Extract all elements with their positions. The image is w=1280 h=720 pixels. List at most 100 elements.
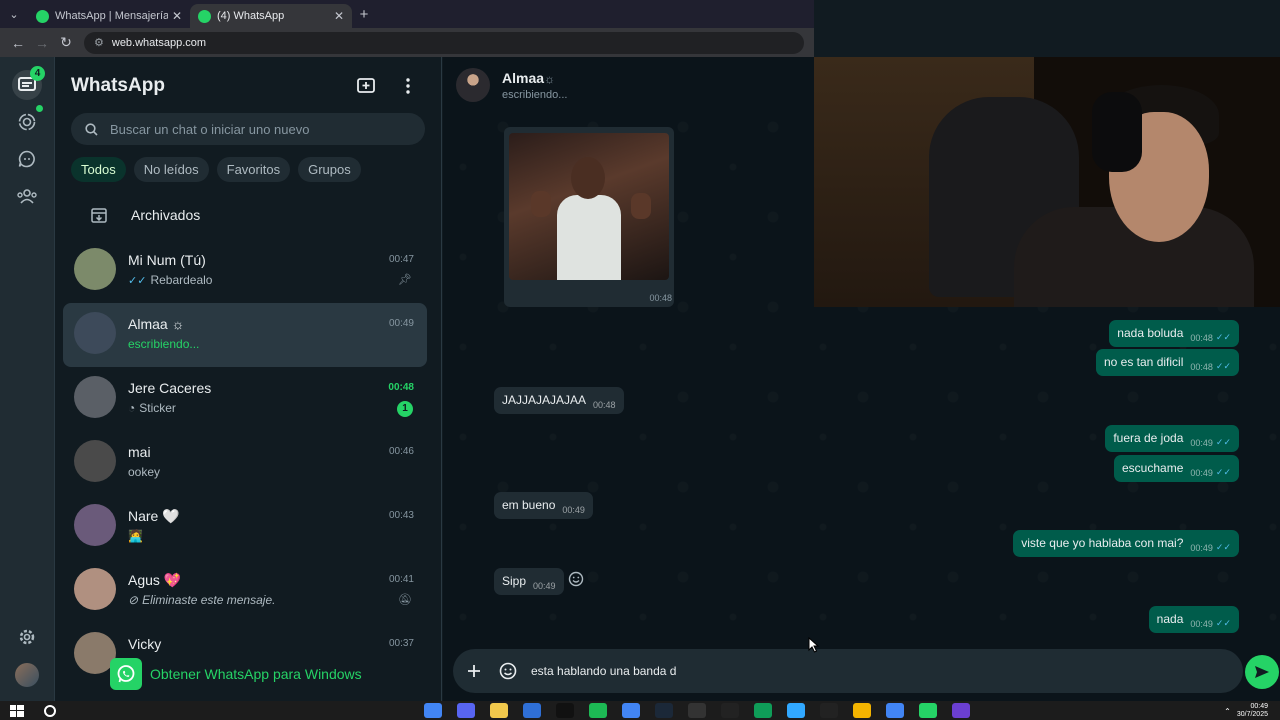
outgoing-message[interactable]: nada boluda 00:48 ✓✓: [1109, 320, 1239, 347]
message-text: em bueno: [502, 498, 556, 512]
taskbar-file-explorer-icon[interactable]: [490, 703, 508, 718]
taskbar-chrome-icon[interactable]: [424, 703, 442, 718]
taskbar-whatsapp-icon[interactable]: [919, 703, 937, 718]
chat-list-item[interactable]: Agus 💖 00:41 ⊘ Eliminaste este mensaje. 🔕…: [63, 559, 427, 623]
new-chat-icon: [357, 78, 375, 93]
sticker-icon: [499, 662, 517, 680]
browser-tab-1[interactable]: WhatsApp | Mensajería y llamadas gratuit…: [28, 4, 190, 28]
taskbar-app-icon[interactable]: [952, 703, 970, 718]
taskbar-steam-icon[interactable]: [655, 703, 673, 718]
incoming-message[interactable]: em bueno 00:49: [494, 492, 593, 519]
chat-list-item[interactable]: Nare 🤍 00:43 🧑‍💻: [63, 495, 427, 559]
chat-list-item[interactable]: Jere Caceres 00:48 ◔ Sticker 1: [63, 367, 427, 431]
chat-list-item[interactable]: Mi Num (Tú) 00:47 ✓✓ Rebardealo 📌︎: [63, 239, 427, 303]
taskbar-app-icon[interactable]: [853, 703, 871, 718]
get-windows-app-banner[interactable]: Obtener WhatsApp para Windows: [110, 654, 440, 694]
chat-time: 00:47: [388, 254, 414, 265]
attach-button[interactable]: [463, 664, 485, 678]
system-tray: ⌃ 00:49 30/7/2025: [1224, 703, 1268, 719]
unread-badge: 1: [397, 401, 413, 417]
tab-search-button[interactable]: ⌄: [0, 0, 28, 28]
filter-favoritos[interactable]: Favoritos: [216, 157, 291, 182]
send-button[interactable]: [1245, 655, 1279, 689]
chat-list: Mi Num (Tú) 00:47 ✓✓ Rebardealo 📌︎ Almaa …: [63, 239, 427, 687]
menu-button[interactable]: [397, 75, 419, 97]
chat-avatar[interactable]: [74, 440, 116, 482]
tray-arrow-icon[interactable]: ⌃: [1224, 707, 1231, 716]
filter-no-leidos[interactable]: No leídos: [133, 157, 209, 182]
site-info-icon[interactable]: ⚙: [94, 36, 104, 49]
taskbar-tiktok-icon[interactable]: [556, 703, 574, 718]
chat-avatar[interactable]: [74, 376, 116, 418]
taskbar-edge-icon[interactable]: [523, 703, 541, 718]
taskbar-capcut-icon[interactable]: [820, 703, 838, 718]
read-ticks-icon: ✓✓: [1215, 332, 1231, 342]
image-message[interactable]: 00:48: [504, 127, 674, 307]
taskbar-obs-icon[interactable]: [688, 703, 706, 718]
incoming-message[interactable]: JAJJAJAJAJAA 00:48: [494, 387, 624, 414]
chat-avatar[interactable]: [74, 312, 116, 354]
profile-avatar[interactable]: [15, 663, 39, 687]
outgoing-message[interactable]: no es tan dificil 00:48 ✓✓: [1095, 349, 1239, 376]
chat-avatar[interactable]: [74, 248, 116, 290]
filter-todos[interactable]: Todos: [71, 157, 126, 182]
settings-nav-button[interactable]: [12, 622, 42, 652]
taskbar-chrome-icon[interactable]: [622, 703, 640, 718]
chat-preview: escribiendo...: [128, 337, 200, 351]
browser-tab-2[interactable]: (4) WhatsApp ✕: [190, 4, 352, 28]
archived-row[interactable]: Archivados: [55, 198, 435, 232]
get-app-label: Obtener WhatsApp para Windows: [150, 666, 362, 682]
pin-icon: 📌︎: [398, 274, 412, 286]
taskbar-capcut-icon[interactable]: [721, 703, 739, 718]
windows-start-icon[interactable]: [10, 704, 24, 717]
url-field[interactable]: ⚙ web.whatsapp.com: [84, 31, 804, 54]
read-ticks-icon: ✓✓: [1215, 542, 1231, 552]
plus-icon: [468, 665, 480, 677]
taskbar-clock[interactable]: 00:49 30/7/2025: [1237, 703, 1268, 719]
outgoing-message[interactable]: nada 00:49 ✓✓: [1148, 606, 1239, 633]
chat-time: 00:37: [388, 638, 414, 649]
archived-label: Archivados: [131, 207, 201, 223]
muted-icon: 🔕︎: [398, 594, 412, 606]
chat-list-item[interactable]: mai 00:46 ookey: [63, 431, 427, 495]
contact-avatar[interactable]: [456, 68, 490, 102]
react-emoji-icon[interactable]: [568, 571, 586, 589]
contact-name: Almaa☼: [502, 70, 556, 86]
url-text: web.whatsapp.com: [111, 36, 207, 49]
status-nav-button[interactable]: [12, 107, 42, 137]
forward-button[interactable]: →: [30, 35, 54, 51]
chat-avatar[interactable]: [74, 568, 116, 610]
nav-rail: 4: [0, 57, 55, 701]
search-input[interactable]: [110, 121, 410, 137]
message-time: 00:49: [562, 505, 585, 515]
taskbar-spotify-icon[interactable]: [589, 703, 607, 718]
message-time: 00:49: [1190, 619, 1213, 629]
close-icon[interactable]: ✕: [172, 9, 182, 23]
search-icon[interactable]: [44, 704, 56, 717]
outgoing-message[interactable]: viste que yo hablaba con mai? 00:49 ✓✓: [1013, 530, 1239, 557]
back-button[interactable]: ←: [6, 35, 30, 51]
chat-list-item[interactable]: Almaa ☼ 00:49 escribiendo...: [63, 303, 427, 367]
taskbar-drive-icon[interactable]: [754, 703, 772, 718]
new-chat-button[interactable]: [355, 75, 377, 97]
new-tab-button[interactable]: +: [352, 6, 376, 23]
filter-grupos[interactable]: Grupos: [298, 157, 361, 182]
message-input[interactable]: [531, 664, 1211, 678]
channels-nav-button[interactable]: [12, 144, 42, 174]
communities-nav-button[interactable]: [12, 181, 42, 211]
close-icon[interactable]: ✕: [334, 9, 344, 23]
photo-thumbnail[interactable]: [509, 133, 669, 280]
sticker-button[interactable]: [497, 662, 519, 680]
taskbar-chrome-icon[interactable]: [886, 703, 904, 718]
chat-avatar[interactable]: [74, 504, 116, 546]
whatsapp-app: 4 WhatsApp Todos No leídos: [0, 57, 1280, 701]
outgoing-message[interactable]: fuera de joda 00:49 ✓✓: [1105, 425, 1239, 452]
taskbar-discord-icon[interactable]: [457, 703, 475, 718]
reload-button[interactable]: ↻: [54, 34, 78, 51]
outgoing-message[interactable]: escuchame 00:49 ✓✓: [1114, 455, 1239, 482]
taskbar-photoshop-icon[interactable]: [787, 703, 805, 718]
chat-name: Mi Num (Tú): [128, 252, 206, 268]
search-bar[interactable]: [71, 113, 425, 145]
message-time: 00:48: [1190, 362, 1213, 372]
incoming-message[interactable]: Sipp 00:49: [494, 568, 564, 595]
